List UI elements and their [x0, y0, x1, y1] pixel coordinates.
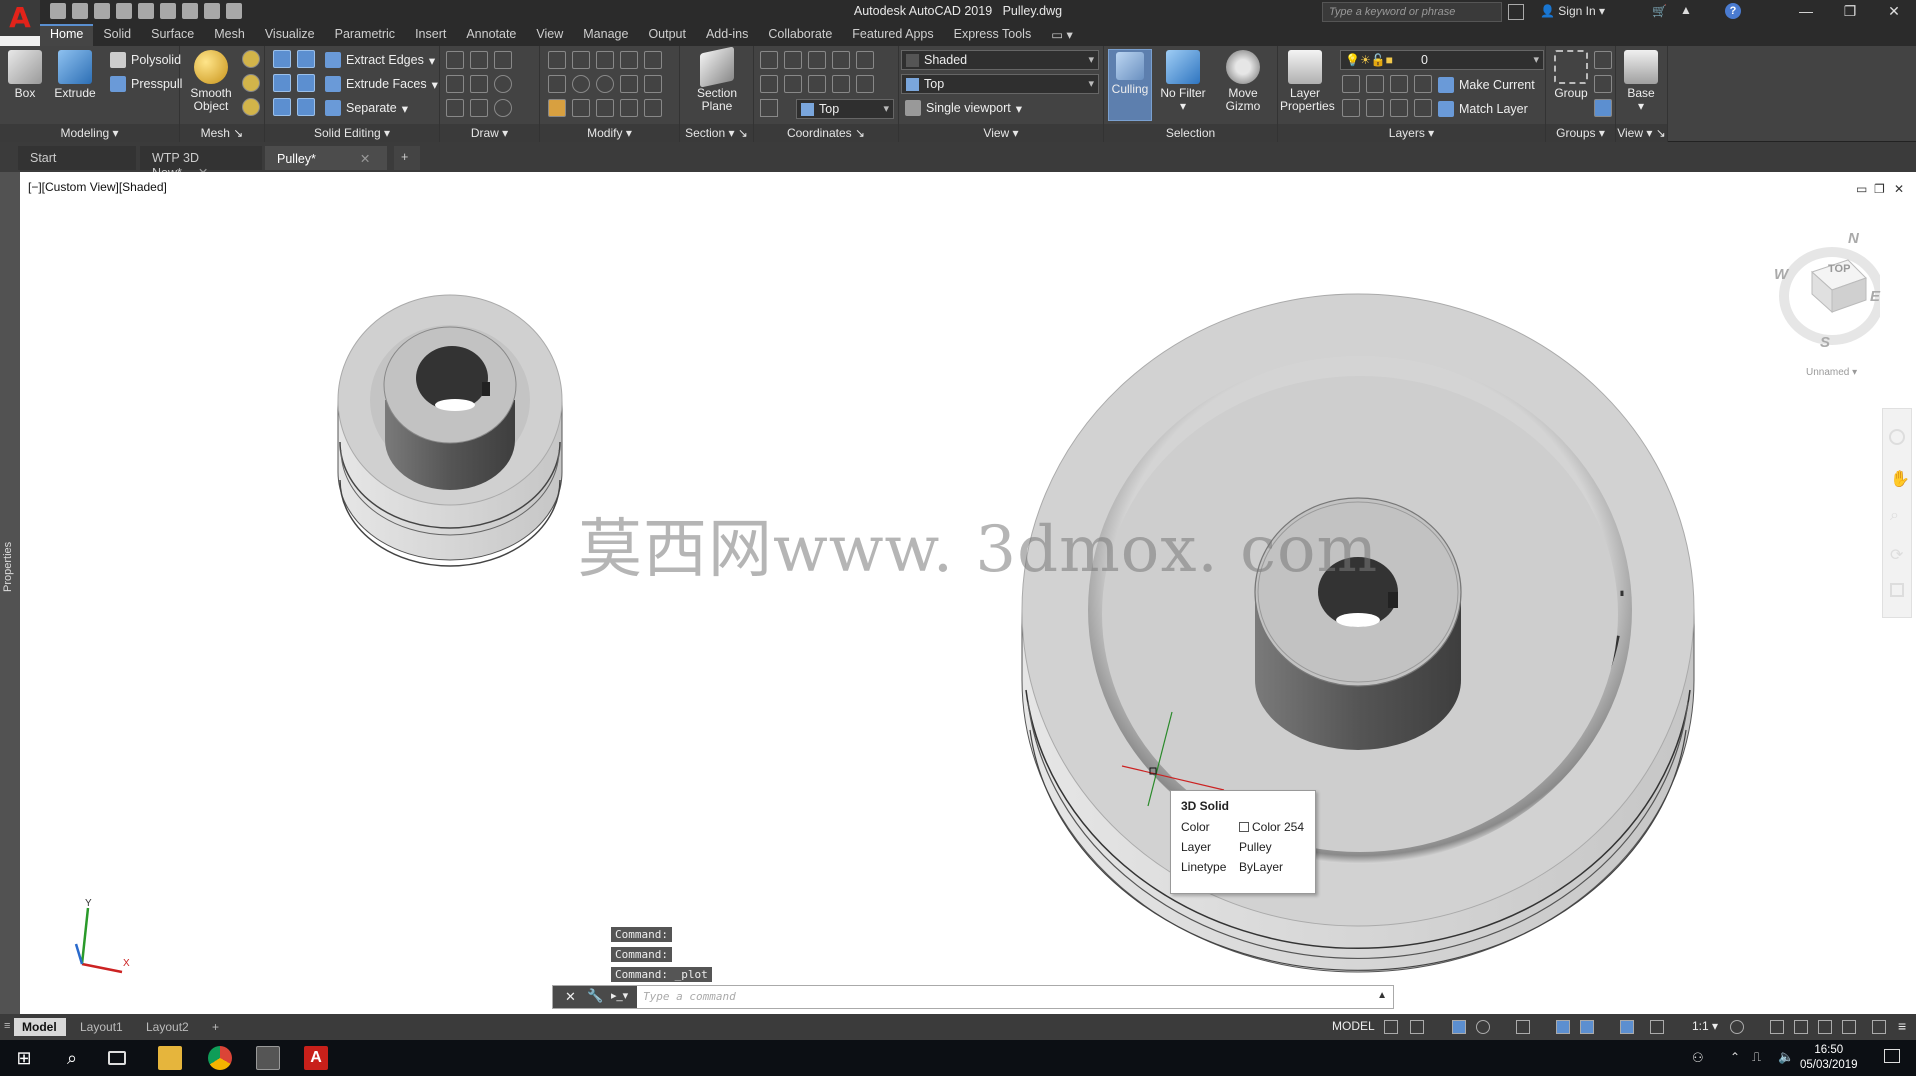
compass-w[interactable]: W — [1774, 266, 1788, 283]
layout-tab-model[interactable]: Model — [14, 1018, 66, 1036]
quick-properties-icon[interactable] — [1818, 1020, 1832, 1034]
auto-scale-icon[interactable] — [1650, 1020, 1664, 1034]
command-history-line: Command: _plot — [611, 967, 712, 982]
svg-text:X: X — [123, 958, 130, 969]
system-clock[interactable]: 16:50 05/03/2019 — [1800, 1043, 1858, 1073]
layout-tab-layout1[interactable]: Layout1 — [72, 1018, 131, 1036]
windows-taskbar: ⊞ ⌕ A ⚇ ⌃ ⎍ 🔈 16:50 05/03/2019 — [0, 1040, 1916, 1076]
compass-e[interactable]: E — [1870, 288, 1880, 305]
zoom-icon[interactable]: ⌕ — [1890, 507, 1899, 525]
navigation-bar[interactable]: ✋ ⌕ ⟳ — [1882, 408, 1912, 618]
compass-s[interactable]: S — [1820, 334, 1830, 351]
close-command-icon[interactable]: ✕ — [565, 989, 576, 1005]
tooltip-title: 3D Solid — [1181, 799, 1230, 813]
show-hidden-icons[interactable]: ⌃ — [1730, 1050, 1740, 1064]
calculator-icon[interactable] — [256, 1046, 280, 1070]
layout-tab-layout2[interactable]: Layout2 — [138, 1018, 197, 1036]
new-layout-button[interactable]: + — [204, 1018, 227, 1036]
autocad-taskbar-icon[interactable]: A — [304, 1046, 328, 1070]
color-swatch-icon — [1239, 822, 1249, 832]
svg-text:Y: Y — [85, 898, 92, 909]
ucs-menu[interactable]: Unnamed ▾ — [1806, 367, 1857, 378]
grid-icon[interactable] — [1384, 1020, 1398, 1034]
task-view-icon[interactable] — [108, 1051, 126, 1065]
volume-icon[interactable]: 🔈 — [1778, 1049, 1794, 1065]
viewcube-top-face[interactable]: TOP — [1828, 263, 1850, 275]
people-icon[interactable]: ⚇ — [1692, 1050, 1704, 1066]
clean-screen-icon[interactable] — [1872, 1020, 1886, 1034]
command-line[interactable]: ✕ 🔧 ▸_▾ Type a command ▲ — [552, 985, 1394, 1009]
tooltip-row-color: Color Color 254 — [1181, 820, 1305, 834]
chrome-icon[interactable] — [208, 1046, 232, 1070]
lock-ui-icon[interactable] — [1842, 1020, 1856, 1034]
file-explorer-icon[interactable] — [158, 1046, 182, 1070]
viewcube[interactable]: TOP N W E S — [1770, 226, 1885, 356]
search-icon[interactable]: ⌕ — [60, 1046, 84, 1070]
windows-start-icon[interactable]: ⊞ — [12, 1046, 36, 1070]
recent-commands-icon[interactable]: ▸_▾ — [611, 989, 628, 1002]
ucs-axis-icon: Y X — [74, 898, 130, 974]
ortho-icon[interactable] — [1452, 1020, 1466, 1034]
workspace-gear-icon[interactable] — [1730, 1020, 1744, 1034]
large-pulley[interactable] — [1021, 293, 1695, 973]
annotation-monitor-icon[interactable] — [1770, 1020, 1784, 1034]
layout-menu-icon[interactable]: ≡ — [4, 1020, 10, 1032]
tooltip-row-linetype: Linetype ByLayer — [1181, 860, 1284, 874]
compass-n[interactable]: N — [1848, 230, 1859, 247]
command-input[interactable]: Type a command — [643, 990, 736, 1003]
command-expand-icon[interactable]: ▲ — [1377, 990, 1387, 1001]
object-snap-tracking-icon[interactable] — [1556, 1020, 1570, 1034]
autocad-a-icon: A — [9, 1, 31, 34]
command-history-line: Command: — [611, 927, 672, 942]
polar-icon[interactable] — [1476, 1020, 1490, 1034]
orbit-icon[interactable]: ⟳ — [1890, 545, 1903, 565]
showmotion-icon[interactable] — [1890, 583, 1904, 597]
watermark-text: 莫西网www. 3dmox. com — [578, 513, 1379, 587]
network-icon[interactable]: ⎍ — [1752, 1049, 1761, 1065]
steeringwheel-icon[interactable] — [1889, 429, 1905, 445]
snap-icon[interactable] — [1410, 1020, 1424, 1034]
units-icon[interactable] — [1794, 1020, 1808, 1034]
annotation-visibility-icon[interactable] — [1620, 1020, 1634, 1034]
pan-icon[interactable]: ✋ — [1890, 469, 1910, 489]
autocad-logo[interactable]: A — [0, 0, 40, 36]
notifications-icon[interactable] — [1884, 1049, 1900, 1063]
customize-command-icon[interactable]: 🔧 — [587, 988, 603, 1004]
small-pulley[interactable] — [337, 294, 563, 567]
command-history-line: Command: — [611, 947, 672, 962]
isodraft-icon[interactable] — [1516, 1020, 1530, 1034]
object-snap-icon[interactable] — [1580, 1020, 1594, 1034]
customization-menu-icon[interactable]: ≡ — [1898, 1018, 1906, 1034]
annotation-scale[interactable]: 1:1 ▾ — [1692, 1019, 1718, 1033]
command-line-tools: ✕ 🔧 ▸_▾ — [553, 986, 637, 1008]
tooltip-row-layer: Layer Pulley — [1181, 840, 1272, 854]
status-bar: ≡ Model Layout1 Layout2 + MODEL 1:1 ▾ ≡ — [0, 1014, 1916, 1040]
rollover-tooltip: 3D Solid Color Color 254 Layer Pulley Line… — [1170, 790, 1316, 894]
model-space-button[interactable]: MODEL — [1332, 1019, 1375, 1033]
